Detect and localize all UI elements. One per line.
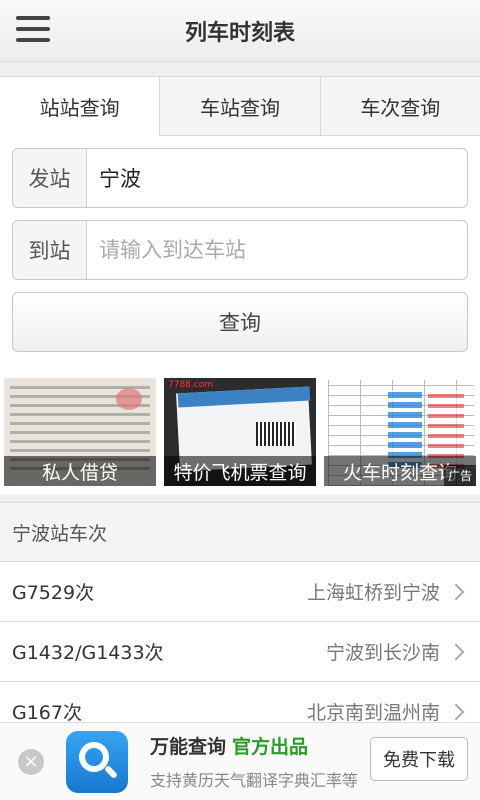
ad-tag: 广告 <box>443 465 476 486</box>
ad-flight-ticket[interactable]: 7788.com 特价飞机票查询 <box>164 378 316 486</box>
train-number: G167次 <box>12 702 82 724</box>
ad-caption: 私人借贷 <box>4 456 156 486</box>
ad-caption: 特价飞机票查询 <box>164 456 316 486</box>
menu-icon[interactable] <box>16 16 50 44</box>
train-number: G1432/G1433次 <box>12 642 164 664</box>
tab-train-number[interactable]: 车次查询 <box>319 77 480 136</box>
train-route: 上海虹桥到宁波 <box>306 582 440 604</box>
tab-station-to-station[interactable]: 站站查询 <box>0 77 160 136</box>
chevron-right-icon <box>447 643 465 660</box>
query-button[interactable]: 查询 <box>12 292 468 352</box>
spacer <box>0 62 480 76</box>
search-app-icon <box>66 730 128 793</box>
ad-banner-row: 私人借贷 7788.com 特价飞机票查询 火车时刻查询 广告 <box>0 364 480 494</box>
from-station-label: 发站 <box>13 149 87 207</box>
from-station-field: 发站 <box>12 148 468 208</box>
train-number: G7529次 <box>12 582 95 604</box>
query-form: 发站 到站 查询 <box>0 136 480 364</box>
app-header: 列车时刻表 <box>0 0 480 62</box>
app-promo-banner: × 万能查询 官方出品 支持黄历天气翻译字典汇率等 免费下载 <box>0 722 480 800</box>
from-station-input[interactable] <box>87 149 467 207</box>
app-name-text: 万能查询 <box>150 736 227 758</box>
to-station-label: 到站 <box>13 221 87 279</box>
query-tabs: 站站查询 车站查询 车次查询 <box>0 76 480 136</box>
download-button[interactable]: 免费下载 <box>370 737 468 781</box>
tab-station[interactable]: 车站查询 <box>159 77 320 136</box>
to-station-field: 到站 <box>12 220 468 280</box>
close-icon[interactable]: × <box>18 748 44 775</box>
ad-ticket-logo: 7788.com <box>168 380 213 390</box>
chevron-right-icon <box>447 703 465 720</box>
train-route: 北京南到温州南 <box>306 702 440 724</box>
to-station-input[interactable] <box>87 221 467 279</box>
chevron-right-icon <box>447 583 465 600</box>
official-badge: 官方出品 <box>232 736 309 758</box>
station-trains-title: 宁波站车次 <box>0 502 480 562</box>
page-title: 列车时刻表 <box>184 20 295 46</box>
train-route: 宁波到长沙南 <box>325 642 440 664</box>
train-row[interactable]: G1432/G1433次 宁波到长沙南 <box>0 622 480 682</box>
train-row[interactable]: G7529次 上海虹桥到宁波 <box>0 562 480 622</box>
ad-private-loan[interactable]: 私人借贷 <box>4 378 156 486</box>
